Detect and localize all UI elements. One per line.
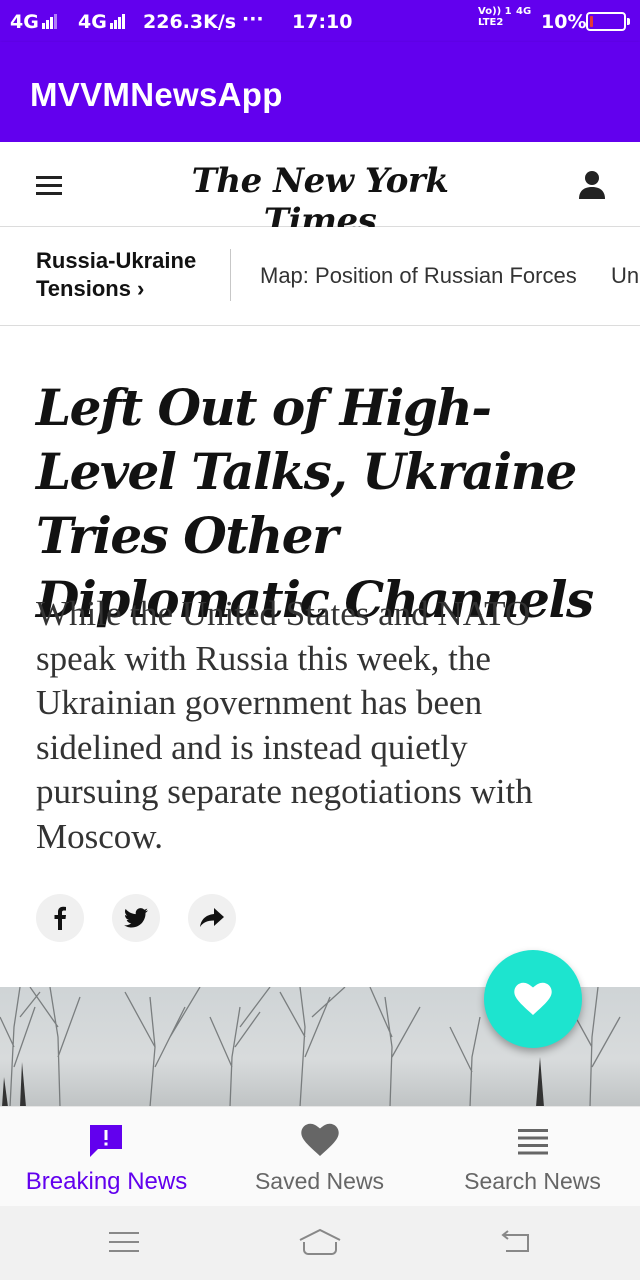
network-type-3: 4G	[516, 6, 532, 17]
nav-search-news[interactable]: Search News	[426, 1107, 639, 1207]
status-bar: 4G 4G 226.3K/s ··· 17:10 Vo)) 1 LTE2 4G …	[0, 0, 640, 42]
overflow-dots: ···	[242, 8, 264, 30]
section-subnav: Russia-Ukraine Tensions › Map: Position …	[0, 227, 640, 326]
list-icon	[517, 1129, 548, 1155]
battery-icon	[586, 12, 630, 31]
heart-icon	[514, 982, 552, 1015]
nav-saved-news[interactable]: Saved News	[213, 1107, 426, 1207]
signal-icon	[109, 12, 126, 34]
clock: 17:10	[292, 11, 353, 33]
nav-label-search-news: Search News	[464, 1168, 601, 1194]
heart-icon	[300, 1123, 339, 1156]
favorite-fab-button[interactable]	[484, 950, 582, 1048]
subnav-primary-link[interactable]: Russia-Ukraine Tensions ›	[36, 247, 216, 303]
battery-percent: 10%	[541, 11, 587, 33]
network-label-1: 4G	[10, 11, 58, 34]
facebook-share-button[interactable]	[36, 894, 84, 942]
home-icon	[299, 1228, 341, 1255]
battery-fill	[590, 16, 593, 27]
nyt-header: The New York Times	[0, 142, 640, 241]
system-navigation-bar	[0, 1206, 640, 1280]
volte-indicator: Vo)) 1 LTE2	[478, 6, 512, 28]
subnav-divider	[230, 249, 231, 301]
system-menu-button[interactable]	[102, 1224, 146, 1260]
account-icon[interactable]	[578, 170, 606, 200]
nav-breaking-news[interactable]: Breaking News	[0, 1107, 213, 1207]
back-icon	[501, 1230, 529, 1252]
system-home-button[interactable]	[298, 1224, 342, 1260]
subnav-link-next[interactable]: Un	[611, 263, 639, 289]
twitter-share-button[interactable]	[112, 894, 160, 942]
bottom-navigation: Breaking News Saved News Search News	[0, 1106, 640, 1206]
network-speed: 226.3K/s	[143, 11, 237, 33]
twitter-icon	[124, 908, 148, 928]
hamburger-menu-icon[interactable]	[36, 176, 62, 196]
app-title: MVVMNewsApp	[30, 76, 283, 113]
share-button[interactable]	[188, 894, 236, 942]
app-bar: MVVMNewsApp	[0, 42, 640, 142]
signal-icon	[41, 12, 58, 34]
subnav-link-map[interactable]: Map: Position of Russian Forces	[260, 263, 577, 289]
nav-label-breaking-news: Breaking News	[25, 1168, 188, 1195]
facebook-icon	[54, 906, 66, 930]
breaking-news-icon	[90, 1125, 122, 1157]
nav-label-saved-news: Saved News	[254, 1168, 385, 1194]
article-summary: While the United States and NATO speak w…	[36, 594, 533, 856]
menu-icon	[109, 1232, 139, 1252]
share-arrow-icon	[200, 908, 224, 927]
system-back-button[interactable]	[494, 1224, 538, 1260]
network-label-2: 4G	[78, 11, 126, 34]
